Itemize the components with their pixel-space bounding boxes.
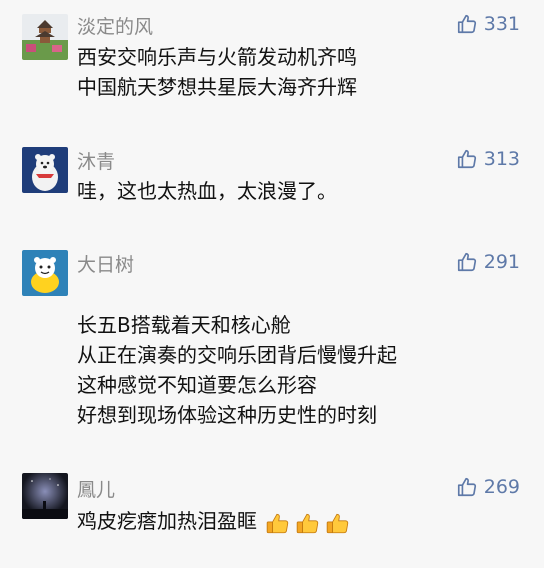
comment-item: 鳳儿 269 鸡皮疙瘩加热泪盈眶: [0, 463, 544, 568]
comment-line: 哇，这也太热血，太浪漫了。: [77, 179, 337, 203]
like-count: 291: [483, 251, 520, 273]
like-button[interactable]: 269: [456, 476, 520, 498]
comment-line: 中国航天梦想共星辰大海齐升辉: [77, 75, 357, 99]
comment-line: 从正在演奏的交响乐团背后慢慢升起: [77, 343, 397, 367]
comment-item: 大日树 291 长五B搭载着天和核心舱 从正在演奏的交响乐团背后慢慢升起 这种感…: [0, 240, 544, 440]
like-count: 313: [483, 148, 520, 170]
comment-item: 淡定的风 331 西安交响乐声与火箭发动机齐鸣 中国航天梦想共星辰大海齐升辉: [0, 0, 544, 120]
thumbs-up-icon: [457, 477, 476, 497]
pagoda-landscape-avatar[interactable]: [22, 14, 68, 60]
username[interactable]: 沐青: [77, 147, 115, 174]
polar-bear-avatar[interactable]: [22, 147, 68, 193]
like-count: 269: [483, 476, 520, 498]
username[interactable]: 大日树: [77, 250, 134, 277]
comment-line: 鸡皮疙瘩加热泪盈眶: [77, 506, 524, 536]
night-sky-avatar[interactable]: [22, 473, 68, 519]
comment-text: 长五B搭载着天和核心舱 从正在演奏的交响乐团背后慢慢升起 这种感觉不知道要怎么形…: [77, 280, 524, 430]
comment-line: 这种感觉不知道要怎么形容: [77, 373, 317, 397]
thumbs-up-emoji-icon: [267, 513, 289, 533]
duck-cartoon-avatar[interactable]: [22, 250, 68, 296]
comment-line: [77, 280, 524, 310]
like-button[interactable]: 331: [456, 13, 520, 35]
comment-text: 西安交响乐声与火箭发动机齐鸣 中国航天梦想共星辰大海齐升辉: [77, 42, 524, 102]
comment-line-text: 鸡皮疙瘩加热泪盈眶: [77, 509, 257, 533]
thumbs-up-emoji-icon: [297, 513, 319, 533]
like-button[interactable]: 313: [456, 148, 520, 170]
thumbs-up-icon: [457, 149, 476, 169]
comment-line: 长五B搭载着天和核心舱: [77, 313, 291, 337]
thumbs-up-emoji-icon: [327, 513, 349, 533]
thumbs-up-icon: [457, 14, 476, 34]
username[interactable]: 淡定的风: [77, 12, 153, 39]
comment-line: 好想到现场体验这种历史性的时刻: [77, 403, 377, 427]
comment-text: 哇，这也太热血，太浪漫了。: [77, 176, 524, 206]
comment-item: 沐青 313 哇，这也太热血，太浪漫了。: [0, 135, 544, 235]
like-count: 331: [483, 13, 520, 35]
username[interactable]: 鳳儿: [77, 475, 115, 502]
comment-line: 西安交响乐声与火箭发动机齐鸣: [77, 45, 357, 69]
like-button[interactable]: 291: [456, 251, 520, 273]
thumbs-up-icon: [457, 252, 476, 272]
emoji-group: [265, 510, 351, 536]
comment-text: 鸡皮疙瘩加热泪盈眶: [77, 506, 524, 536]
comment-feed: 淡定的风 331 西安交响乐声与火箭发动机齐鸣 中国航天梦想共星辰大海齐升辉 沐…: [0, 0, 544, 568]
